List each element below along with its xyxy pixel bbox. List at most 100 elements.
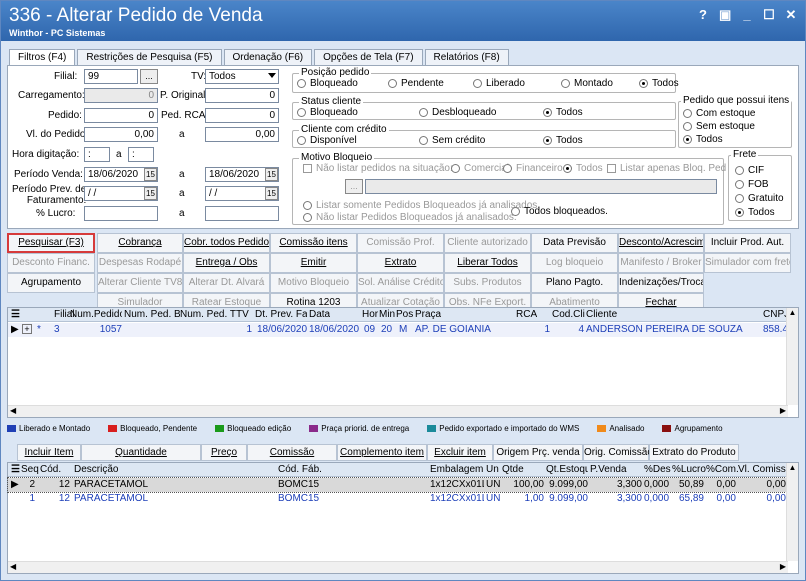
col-header[interactable]: Min	[379, 309, 395, 320]
carregamento-input[interactable]: 0	[84, 88, 158, 103]
despesas-rodape-button[interactable]: Despesas Rodapé	[97, 253, 183, 273]
orig-comissao-button[interactable]: Orig. Comissão	[583, 444, 653, 461]
col-header[interactable]: Cliente	[586, 309, 617, 320]
entrega-obs-button[interactable]: Entrega / Obs	[183, 253, 270, 273]
col-header[interactable]: Embalagem	[430, 464, 483, 475]
listar-apenas-checkbox[interactable]: Listar apenas Bloq. Ped	[607, 163, 726, 174]
p-original-input[interactable]: 0	[205, 88, 279, 103]
manifesto-broker-button[interactable]: Manifesto / Broker	[618, 253, 704, 273]
col-header[interactable]: Un	[486, 464, 499, 475]
comissao-button[interactable]: Comissão	[247, 444, 337, 461]
radio-gratuito[interactable]: Gratuito	[735, 193, 784, 204]
grid-menu-icon[interactable]: ☰	[11, 464, 20, 475]
radio-sem-estoque[interactable]: Sem estoque	[683, 121, 755, 132]
col-header[interactable]: Seq	[21, 464, 39, 475]
col-header[interactable]: Qt.Estoque	[546, 464, 588, 475]
expand-icon[interactable]: +	[22, 324, 32, 334]
radio-todos-bloqueados[interactable]: Todos bloqueados.	[511, 206, 608, 217]
horizontal-scrollbar[interactable]: ◀ ▶	[8, 561, 788, 573]
minimize-button[interactable]: _	[741, 7, 753, 23]
tab-restricoes[interactable]: Restrições de Pesquisa (F5)	[77, 49, 222, 66]
radio-todos[interactable]: Todos	[639, 78, 679, 89]
plano-pagto-button[interactable]: Plano Pagto.	[531, 273, 618, 293]
radio-fob[interactable]: FOB	[735, 179, 769, 190]
simulador-frete-button[interactable]: Simulador com frete	[704, 253, 791, 273]
close-button[interactable]: ✕	[785, 7, 797, 23]
table-row[interactable]: 1 12 PARACETAMOL BOMC15 1x12CXx01L UN 1,…	[8, 492, 788, 506]
vertical-scrollbar[interactable]: ▲	[786, 463, 798, 561]
incluir-item-button[interactable]: Incluir Item	[17, 444, 81, 461]
radio-comercial[interactable]: Comercial	[451, 163, 509, 174]
col-header[interactable]: Praça	[415, 309, 441, 320]
col-header[interactable]: Vl. Comissão	[738, 464, 788, 475]
radio-bloqueado[interactable]: Bloqueado	[297, 78, 358, 89]
indenizacoes-button[interactable]: Indenizações/Troca	[618, 273, 704, 293]
calendar-icon[interactable]: 15	[265, 187, 278, 200]
nao-listar-checkbox[interactable]: Não listar pedidos na situação:	[303, 163, 453, 174]
vl-pedido-to-input[interactable]: 0,00	[205, 127, 279, 142]
radio-desbloqueado[interactable]: Desbloqueado	[419, 107, 497, 118]
radio-todos[interactable]: Todos	[543, 107, 583, 118]
ped-rca-input[interactable]: 0	[205, 108, 279, 123]
radio-nao-listar-analisados[interactable]: Não listar Pedidos Bloqueados já analisa…	[303, 212, 517, 223]
col-header[interactable]: Num. Ped. T	[180, 309, 236, 320]
radio-todos[interactable]: Todos	[543, 135, 583, 146]
comissao-itens-button[interactable]: Comissão itens	[270, 233, 357, 253]
comissao-prof-button[interactable]: Comissão Prof.	[357, 233, 444, 253]
pesquisar-button[interactable]: Pesquisar (F3)	[7, 233, 95, 253]
col-header[interactable]: Cod.Cli	[552, 309, 585, 320]
incluir-prod-aut-button[interactable]: Incluir Prod. Aut.	[704, 233, 791, 253]
desconto-acrescimo-button[interactable]: Desconto/Acrescimo	[618, 233, 704, 253]
radio-liberado[interactable]: Liberado	[473, 78, 525, 89]
lucro-to-input[interactable]	[205, 206, 279, 221]
preco-button[interactable]: Preço	[201, 444, 247, 461]
tv-select[interactable]: Todos	[205, 69, 279, 84]
desconto-financ-button[interactable]: Desconto Financ.	[7, 253, 95, 273]
motivo-bloqueio-button[interactable]: Motivo Bloqueio	[270, 273, 357, 293]
calendar-icon[interactable]: 15	[144, 168, 157, 181]
radio-disponivel[interactable]: Disponível	[297, 135, 357, 146]
radio-cif[interactable]: CIF	[735, 165, 764, 176]
lucro-from-input[interactable]	[84, 206, 158, 221]
extrato-produto-button[interactable]: Extrato do Produto	[649, 444, 739, 461]
radio-com-estoque[interactable]: Com estoque	[683, 108, 755, 119]
liberar-todos-button[interactable]: Liberar Todos	[444, 253, 531, 273]
radio-montado[interactable]: Montado	[561, 78, 613, 89]
table-row[interactable]: ▶ + * 3 1057 1 18/06/2020 18/06/2020 09 …	[8, 323, 788, 337]
col-header[interactable]: Pos	[396, 309, 413, 320]
agrupamento-button[interactable]: Agrupamento	[7, 273, 95, 293]
hora-from-input[interactable]: :	[84, 147, 110, 162]
extrato-button[interactable]: Extrato	[357, 253, 444, 273]
radio-todos[interactable]: Todos	[735, 207, 775, 218]
col-header[interactable]: Cód.	[40, 464, 61, 475]
col-header[interactable]: RCA	[516, 309, 537, 320]
horizontal-scrollbar[interactable]: ◀ ▶	[8, 405, 788, 417]
excluir-item-button[interactable]: Excluir item	[427, 444, 493, 461]
restore-icon[interactable]: ▣	[719, 7, 731, 23]
col-header[interactable]: P.Venda	[590, 464, 627, 475]
maximize-button[interactable]: ☐	[763, 7, 775, 23]
origem-preco-button[interactable]: Origem Prç. venda	[493, 444, 583, 461]
cobr-todos-button[interactable]: Cobr. todos Pedidos	[183, 233, 270, 253]
filial-lookup-button[interactable]: ...	[140, 69, 158, 84]
col-header[interactable]: Cód. Fáb.	[278, 464, 322, 475]
col-header[interactable]: Qtde	[502, 464, 524, 475]
motivo-lookup-button[interactable]: ...	[345, 179, 363, 194]
cliente-autorizado-button[interactable]: Cliente autorizado	[444, 233, 531, 253]
motivo-input[interactable]	[365, 179, 717, 194]
radio-financeiro[interactable]: Financeiro	[503, 163, 563, 174]
pedido-input[interactable]: 0	[84, 108, 158, 123]
col-header[interactable]: Hor	[362, 309, 378, 320]
vertical-scrollbar[interactable]: ▲	[786, 308, 798, 405]
tab-ordenacao[interactable]: Ordenação (F6)	[223, 49, 313, 66]
grid-menu-icon[interactable]: ☰	[11, 309, 20, 320]
radio-todos[interactable]: Todos	[563, 163, 603, 174]
tab-opcoes[interactable]: Opções de Tela (F7)	[314, 49, 423, 66]
cobranca-button[interactable]: Cobrança	[97, 233, 183, 253]
alterar-alvara-button[interactable]: Alterar Dt. Alvará	[183, 273, 270, 293]
hora-to-input[interactable]: :	[128, 147, 154, 162]
col-header[interactable]: Num. Ped. B	[124, 309, 180, 320]
quantidade-button[interactable]: Quantidade	[81, 444, 201, 461]
col-header[interactable]: Num.Pedido	[70, 309, 122, 320]
calendar-icon[interactable]: 15	[144, 187, 157, 200]
